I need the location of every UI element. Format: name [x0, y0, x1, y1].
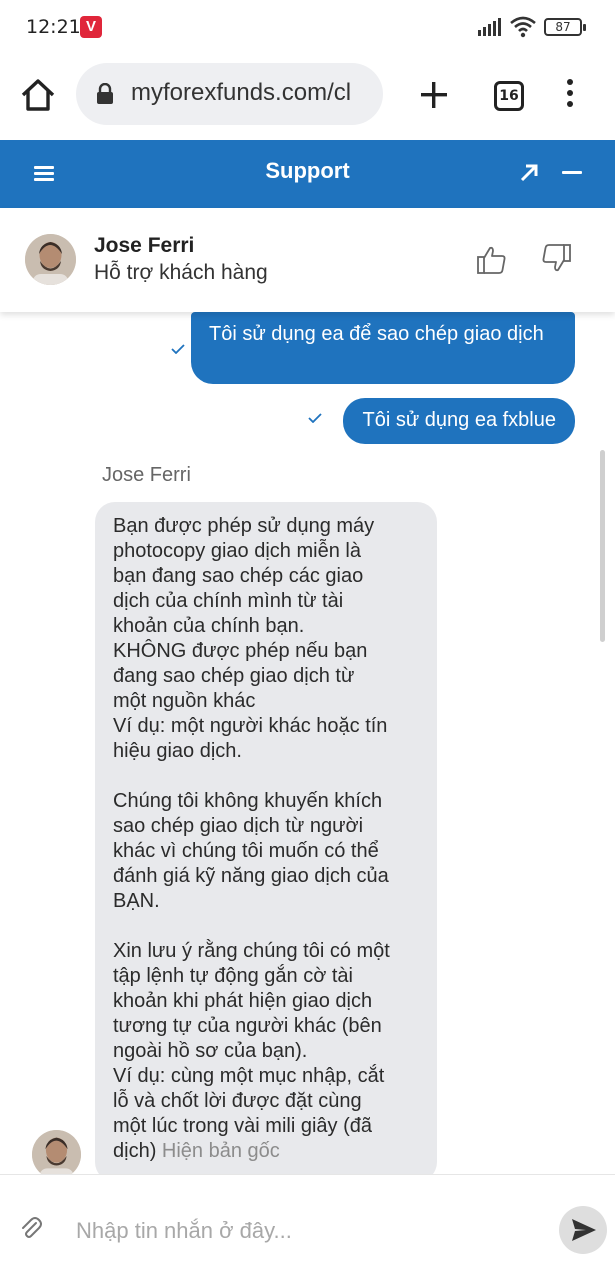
agent-role: Hỗ trợ khách hàng [94, 261, 268, 284]
incoming-message-line: KHÔNG được phép nếu bạn [113, 640, 368, 662]
show-original-link[interactable]: Hiện bản gốc [162, 1140, 280, 1162]
outgoing-message: Tôi sử dụng ea để sao chép giao dịch [191, 312, 575, 384]
incoming-message-line: photocopy giao dịch miễn là [113, 540, 361, 562]
incoming-message-line: Bạn được phép sử dụng máy [113, 515, 375, 537]
incoming-message-line: đang sao chép giao dịch từ [113, 665, 355, 687]
incoming-message-line: khoản khi phát hiện giao dịch [113, 990, 373, 1012]
incoming-message-line: bạn đang sao chép các giao [113, 565, 364, 587]
check-icon [308, 413, 322, 423]
expand-icon[interactable] [516, 160, 542, 186]
battery-icon: 87 [544, 18, 586, 36]
incoming-message-line: đánh giá kỹ năng giao dịch của [113, 865, 389, 887]
lock-icon [97, 83, 113, 104]
send-icon [572, 1219, 596, 1241]
incoming-message-line: dịch) [113, 1140, 157, 1162]
incoming-message-line: khác vì chúng tôi muốn có thể [113, 840, 379, 862]
status-bar: 12:21 V 87 [0, 0, 615, 55]
incoming-message-line: Ví dụ: một người khác hoặc tín [113, 715, 388, 737]
incoming-message-line: sao chép giao dịch từ người [113, 815, 364, 837]
message-composer [0, 1174, 615, 1280]
incoming-message-line: BẠN. [113, 890, 160, 912]
url-text: myforexfunds.com/cl [131, 79, 352, 106]
sender-avatar [32, 1130, 81, 1174]
new-tab-button[interactable] [418, 75, 450, 115]
incoming-message-line: lỗ và chốt lời được đặt cùng [113, 1090, 362, 1112]
incoming-message-line: Ví dụ: cùng một mục nhập, cắt [113, 1065, 385, 1087]
home-icon[interactable] [18, 75, 58, 115]
signal-icon [478, 18, 501, 36]
tabs-button[interactable]: 16 [494, 81, 524, 111]
attach-icon[interactable] [20, 1215, 42, 1241]
send-button[interactable] [559, 1206, 607, 1254]
incoming-message-line: hiệu giao dịch. [113, 740, 242, 762]
incoming-message-line: một lúc trong vài mili giây (đã [113, 1115, 372, 1137]
incoming-message-line: khoản của chính bạn. [113, 615, 305, 637]
incoming-message-line [113, 764, 419, 789]
chat-transcript[interactable]: Tôi sử dụng ea để sao chép giao dịch Tôi… [0, 312, 615, 1174]
more-icon[interactable] [562, 79, 578, 113]
minimize-icon[interactable] [562, 171, 582, 174]
incoming-message-line: Chúng tôi không khuyến khích [113, 790, 383, 812]
status-time: 12:21 [26, 16, 81, 38]
incoming-message-line [113, 914, 419, 939]
incoming-message: Bạn được phép sử dụng máy photocopy giao … [95, 502, 437, 1174]
incoming-message-last-line: dịch) Hiện bản gốc [113, 1139, 419, 1164]
check-icon [171, 344, 185, 354]
incoming-sender-name: Jose Ferri [102, 464, 191, 486]
address-bar[interactable]: myforexfunds.com/cl [76, 63, 383, 125]
thumbs-up-icon[interactable] [476, 244, 508, 276]
notification-app-icon: V [80, 16, 102, 38]
support-header: Support [0, 140, 615, 208]
agent-avatar [25, 234, 76, 285]
browser-toolbar: myforexfunds.com/cl 16 [0, 55, 615, 139]
plus-icon [421, 82, 447, 108]
agent-name: Jose Ferri [94, 234, 195, 257]
incoming-message-line: tập lệnh tự động gắn cờ tài [113, 965, 353, 987]
wifi-icon [510, 16, 536, 38]
message-input[interactable] [76, 1213, 536, 1249]
outgoing-message: Tôi sử dụng ea fxblue [343, 398, 575, 444]
chat-scrollbar[interactable] [600, 450, 605, 642]
thumbs-down-icon[interactable] [540, 242, 572, 274]
incoming-message-body: Bạn được phép sử dụng máy photocopy giao … [113, 514, 419, 1139]
incoming-message-line: tương tự của người khác (bên [113, 1015, 382, 1037]
incoming-message-line: một nguồn khác [113, 690, 256, 712]
incoming-message-line: dịch của chính mình từ tài [113, 590, 344, 612]
agent-bar: Jose Ferri Hỗ trợ khách hàng [0, 208, 615, 312]
incoming-message-line: ngoài hồ sơ của bạn). [113, 1040, 308, 1062]
incoming-message-line: Xin lưu ý rằng chúng tôi có một [113, 940, 390, 962]
